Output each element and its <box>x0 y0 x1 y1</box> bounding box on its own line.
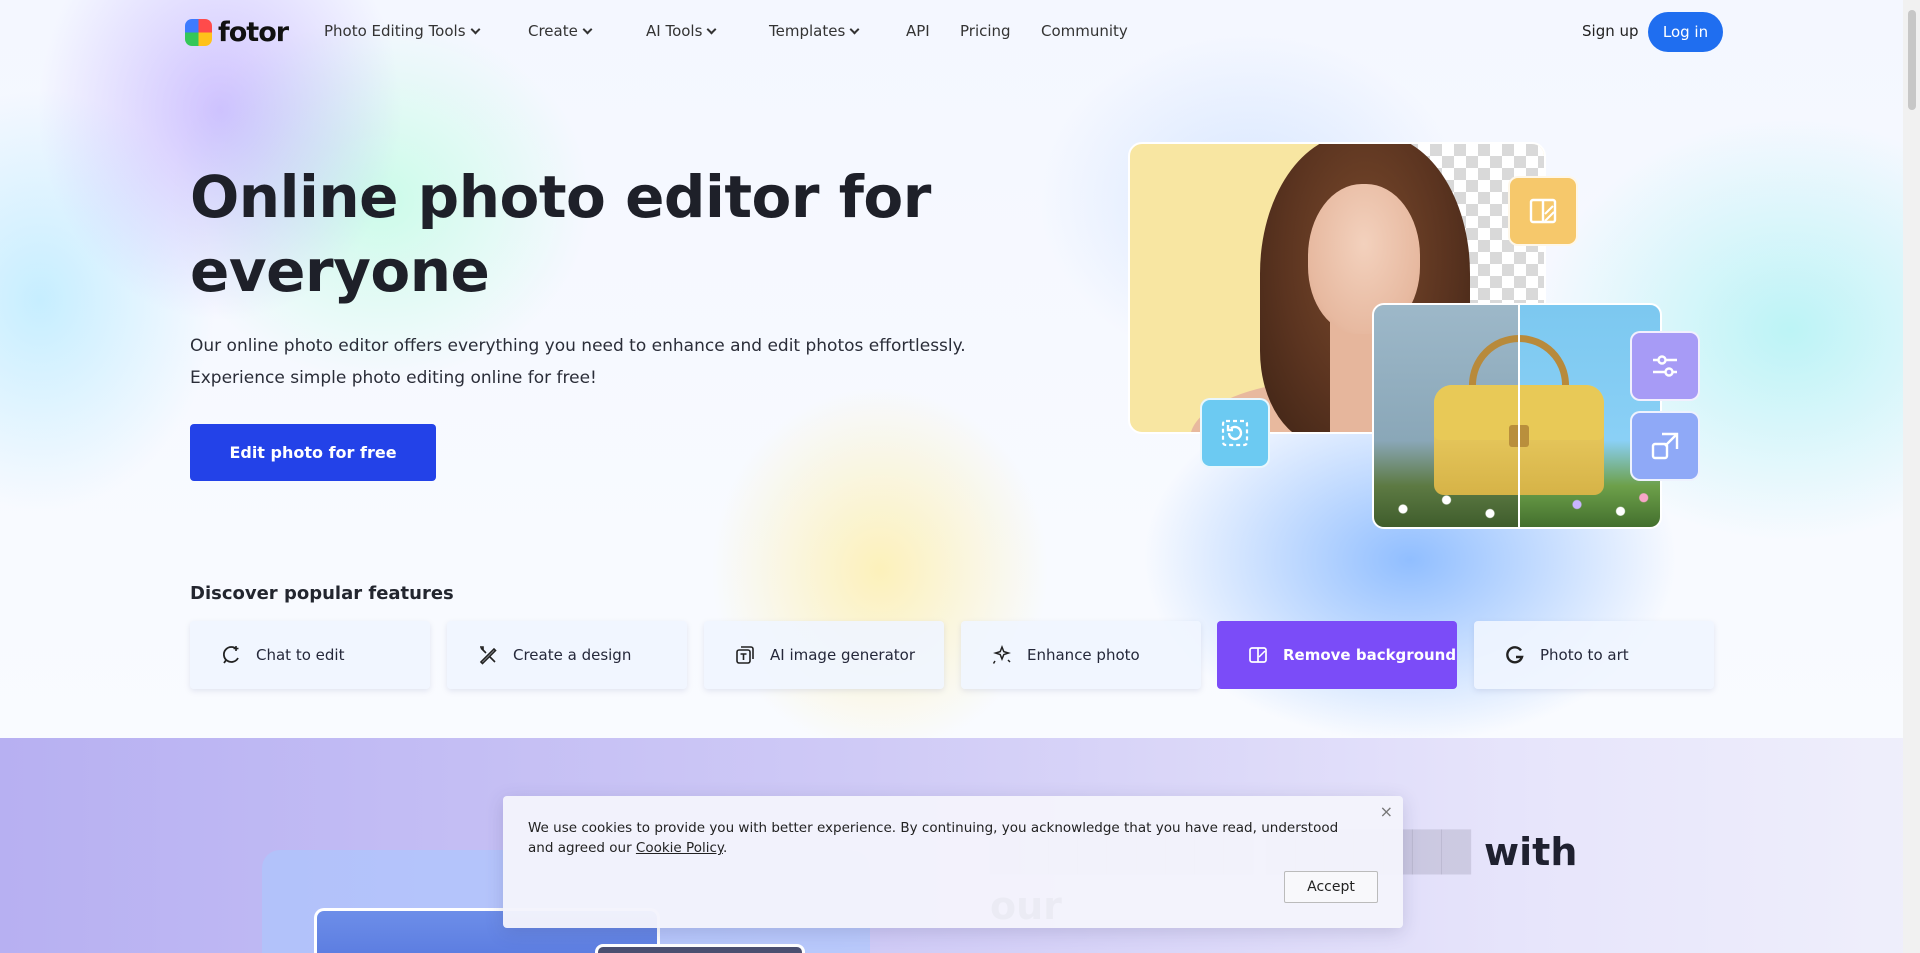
cookie-period: . <box>722 840 728 856</box>
chevron-down-icon <box>582 24 593 34</box>
nav-label: API <box>906 22 930 40</box>
nav-label: Pricing <box>960 22 1011 40</box>
edit-photo-cta-button[interactable]: Edit photo for free <box>190 424 436 481</box>
adjust-badge <box>1630 331 1700 401</box>
nav-label: AI Tools <box>646 22 703 40</box>
feature-remove-background[interactable]: Remove background <box>1217 621 1457 689</box>
feature-photo-to-art[interactable]: Photo to art <box>1474 621 1714 689</box>
nav-create[interactable]: Create <box>528 22 593 40</box>
chevron-down-icon <box>849 24 860 34</box>
nav-label: Create <box>528 22 578 40</box>
cookie-banner: × We use cookies to provide you with bet… <box>503 796 1403 928</box>
nav-label: Templates <box>769 22 846 40</box>
nav-ai-tools[interactable]: AI Tools <box>646 22 717 40</box>
remove-background-icon <box>1529 198 1557 224</box>
hero-handbag-image <box>1372 303 1662 529</box>
feature-label: Enhance photo <box>1027 646 1140 664</box>
chat-edit-icon <box>222 646 239 664</box>
remove-background-icon <box>1249 647 1267 663</box>
upscale-badge <box>1630 411 1700 481</box>
resize-expand-icon <box>1651 432 1679 460</box>
nav-pricing[interactable]: Pricing <box>960 22 1011 40</box>
feature-create-a-design[interactable]: Create a design <box>447 621 687 689</box>
feature-ai-image-generator[interactable]: AI image generator <box>704 621 944 689</box>
scrollbar-thumb[interactable] <box>1908 10 1916 110</box>
chevron-down-icon <box>706 24 717 34</box>
cookie-text: We use cookies to provide you with bette… <box>528 818 1348 858</box>
feature-label: Photo to art <box>1540 646 1629 664</box>
accept-cookies-button[interactable]: Accept <box>1284 871 1378 903</box>
nav-label: Photo Editing Tools <box>324 22 466 40</box>
hero-subtitle: Our online photo editor offers everythin… <box>190 330 990 394</box>
logo-text: fotor <box>218 17 289 48</box>
chevron-down-icon <box>470 24 480 34</box>
cookie-policy-link[interactable]: Cookie Policy <box>636 840 723 856</box>
sign-up-link[interactable]: Sign up <box>1582 22 1639 40</box>
page-title: Online photo editor for everyone <box>190 163 931 305</box>
sliders-icon <box>1653 355 1677 377</box>
feature-chat-to-edit[interactable]: Chat to edit <box>190 621 430 689</box>
restore-photo-badge <box>1200 398 1270 468</box>
compare-divider <box>1518 305 1520 527</box>
design-tools-icon <box>479 646 497 665</box>
close-icon[interactable]: × <box>1380 802 1393 821</box>
nav-label: Community <box>1041 22 1128 40</box>
feature-label: Chat to edit <box>256 646 345 664</box>
page-scrollbar[interactable] <box>1903 0 1920 953</box>
lower-preview-frame-secondary <box>595 944 805 953</box>
top-nav: fotor Photo Editing Tools Create AI Tool… <box>0 0 1920 64</box>
discover-features-heading: Discover popular features <box>190 583 454 604</box>
feature-enhance-photo[interactable]: Enhance photo <box>961 621 1201 689</box>
feature-label: AI image generator <box>770 646 916 664</box>
restore-rotate-icon <box>1221 419 1249 447</box>
nav-api[interactable]: API <box>906 22 930 40</box>
hero-subtitle-line-2: Experience simple photo editing online f… <box>190 368 597 388</box>
fotor-logo[interactable]: fotor <box>185 17 289 48</box>
nav-templates[interactable]: Templates <box>769 22 860 40</box>
hero-subtitle-line-1: Our online photo editor offers everythin… <box>190 336 966 356</box>
sparkle-icon <box>992 644 1011 664</box>
art-icon <box>1506 646 1524 664</box>
remove-background-badge <box>1508 176 1578 246</box>
nav-photo-editing-tools[interactable]: Photo Editing Tools <box>324 22 480 40</box>
feature-label: Remove background <box>1283 646 1457 664</box>
nav-community[interactable]: Community <box>1041 22 1128 40</box>
feature-label: Create a design <box>513 646 632 664</box>
log-in-button[interactable]: Log in <box>1648 12 1723 52</box>
fotor-logo-icon <box>185 19 212 46</box>
ai-image-icon <box>736 646 754 664</box>
